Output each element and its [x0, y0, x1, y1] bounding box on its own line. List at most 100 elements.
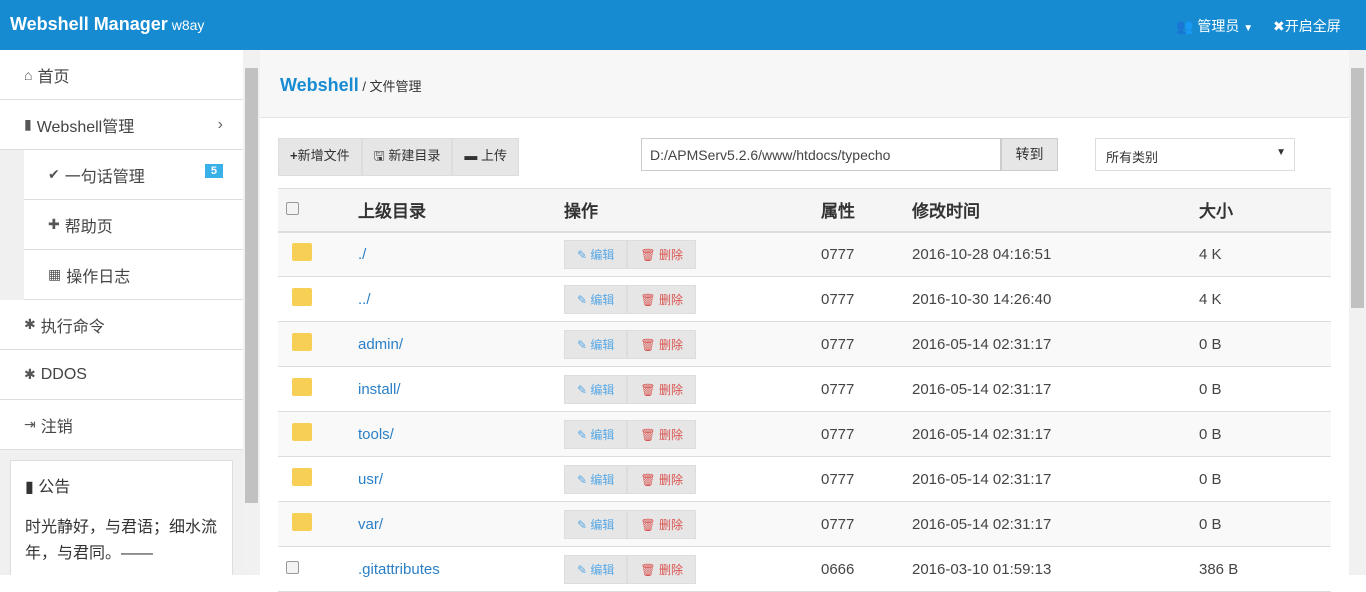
- notice-title: ▮ 公告: [25, 475, 218, 501]
- file-link[interactable]: usr/: [358, 471, 383, 488]
- new-dir-button[interactable]: 🖫 新建目录: [361, 138, 453, 176]
- sidebar-item-logout[interactable]: ⇥ 注销: [0, 400, 243, 450]
- edit-button[interactable]: ✎ 编辑: [564, 239, 628, 269]
- folder-icon: [292, 423, 312, 441]
- delete-button[interactable]: 🗑 删除: [627, 509, 696, 539]
- plus-icon: +: [290, 148, 298, 163]
- row-checkbox[interactable]: [286, 560, 299, 574]
- app-title: Webshell Manager: [10, 14, 168, 34]
- file-link[interactable]: ./: [358, 246, 366, 263]
- delete-button[interactable]: 🗑 删除: [627, 239, 696, 269]
- table-row: usr/ ✎ 编辑 🗑 删除 0777 2016-05-14 02:31:17 0…: [278, 456, 1331, 502]
- path-input[interactable]: D:/APMServ5.2.6/www/htdocs/typecho: [641, 138, 1001, 171]
- sidebar-item-label: DDOS: [40, 365, 87, 383]
- sidebar-scrollbar[interactable]: [243, 50, 260, 575]
- breadcrumb: Webshell / 文件管理: [280, 75, 422, 96]
- table-row: install/ ✎ 编辑 🗑 删除 0777 2016-05-14 02:31:…: [278, 366, 1331, 412]
- delete-button[interactable]: 🗑 删除: [627, 374, 696, 404]
- sidebar-item-ddos[interactable]: ✱ DDOS: [0, 350, 243, 400]
- mtime-cell: 2016-05-14 02:31:17: [912, 501, 1199, 547]
- sidebar-item-webshell[interactable]: ▮ Webshell管理 ›: [0, 100, 243, 150]
- sidebar-item-help[interactable]: ✚ 帮助页: [24, 200, 243, 250]
- type-filter-select[interactable]: 所有类别 ▼: [1095, 138, 1295, 171]
- delete-button[interactable]: 🗑 删除: [627, 419, 696, 449]
- users-icon: 👥: [1176, 18, 1194, 34]
- size-cell: 0 B: [1199, 411, 1331, 457]
- delete-button[interactable]: 🗑 删除: [627, 554, 696, 584]
- scrollbar-thumb[interactable]: [245, 68, 258, 503]
- folder-icon: [292, 333, 312, 351]
- edit-button[interactable]: ✎ 编辑: [564, 329, 628, 359]
- fullscreen-button[interactable]: ✖开启全屏: [1273, 16, 1341, 36]
- sidebar-item-oneliner[interactable]: ✔ 一句话管理 5: [24, 150, 243, 200]
- table-row: var/ ✎ 编辑 🗑 删除 0777 2016-05-14 02:31:17 0…: [278, 501, 1331, 547]
- mtime-cell: 2016-10-30 14:26:40: [912, 276, 1199, 322]
- perm-cell: 0777: [821, 276, 912, 322]
- file-link[interactable]: ../: [358, 291, 371, 308]
- perm-cell: 0777: [821, 501, 912, 547]
- edit-button[interactable]: ✎ 编辑: [564, 419, 628, 449]
- delete-button[interactable]: 🗑 删除: [627, 284, 696, 314]
- perm-cell: 0777: [821, 456, 912, 502]
- table-row: admin/ ✎ 编辑 🗑 删除 0777 2016-05-14 02:31:17…: [278, 321, 1331, 367]
- perm-cell: 0777: [821, 366, 912, 412]
- folder-icon: [292, 513, 312, 531]
- sidebar-item-label: 首页: [37, 68, 70, 86]
- delete-label: 删除: [658, 427, 683, 442]
- edit-button[interactable]: ✎ 编辑: [564, 464, 628, 494]
- edit-label: 编辑: [590, 247, 615, 262]
- user-menu[interactable]: 👥 管理员 ▼: [1176, 16, 1253, 36]
- sidebar-item-label: 帮助页: [64, 218, 113, 236]
- breadcrumb-root[interactable]: Webshell: [280, 75, 359, 95]
- main-content: Webshell / 文件管理 +新增文件 🖫 新建目录 ▬ 上传 D:/APM…: [260, 50, 1349, 592]
- mtime-cell: 2016-05-14 02:31:17: [912, 366, 1199, 412]
- sidebar-item-label: 执行命令: [40, 318, 105, 336]
- delete-button[interactable]: 🗑 删除: [627, 329, 696, 359]
- edit-button[interactable]: ✎ 编辑: [564, 554, 628, 584]
- size-cell: 386 B: [1199, 546, 1331, 592]
- file-table: 上级目录 操作 属性 修改时间 大小 ./ ✎ 编辑 🗑 删除 0777 2016…: [278, 188, 1331, 592]
- new-dir-label: 新建目录: [388, 148, 441, 163]
- new-file-label: 新增文件: [297, 148, 350, 163]
- file-link[interactable]: var/: [358, 516, 383, 533]
- count-badge: 5: [204, 164, 223, 178]
- new-file-button[interactable]: +新增文件: [278, 138, 362, 176]
- edit-button[interactable]: ✎ 编辑: [564, 284, 628, 314]
- size-cell: 0 B: [1199, 366, 1331, 412]
- app-subtitle: w8ay: [171, 17, 205, 33]
- sidebar: ⌂ 首页 ▮ Webshell管理 › ✔ 一句话管理 5 ✚ 帮助页 ▦ 操作日志 ✱ 执行命令 ✱ DDO…: [0, 50, 243, 575]
- go-button[interactable]: 转到: [1001, 138, 1058, 171]
- edit-button[interactable]: ✎ 编辑: [564, 374, 628, 404]
- brand[interactable]: Webshell Manager w8ay: [10, 14, 204, 35]
- home-icon: ⌂: [24, 66, 33, 83]
- main-scrollbar[interactable]: [1349, 50, 1366, 575]
- sidebar-item-exec[interactable]: ✱ 执行命令: [0, 300, 243, 350]
- filter-value: 所有类别: [1106, 150, 1159, 165]
- mtime-cell: 2016-03-10 01:59:13: [912, 546, 1199, 592]
- edit-button[interactable]: ✎ 编辑: [564, 509, 628, 539]
- delete-label: 删除: [658, 292, 683, 307]
- caret-down-icon: ▼: [1276, 147, 1286, 158]
- webshell-icon: ▮: [24, 116, 32, 132]
- file-link[interactable]: tools/: [358, 426, 394, 443]
- expand-icon: ✖: [1273, 18, 1285, 34]
- save-icon: 🖫: [373, 148, 385, 163]
- col-parent-dir[interactable]: 上级目录: [358, 188, 564, 233]
- file-link[interactable]: install/: [358, 381, 401, 398]
- select-all-checkbox[interactable]: [286, 201, 299, 215]
- perm-cell: 0777: [821, 411, 912, 457]
- notice-text: 时光静好，与君语；细水流年，与君同。——: [25, 519, 218, 562]
- col-actions: 操作: [564, 188, 821, 233]
- ddos-icon: ✱: [24, 366, 36, 382]
- delete-button[interactable]: 🗑 删除: [627, 464, 696, 494]
- upload-button[interactable]: ▬ 上传: [452, 138, 519, 176]
- size-cell: 0 B: [1199, 321, 1331, 367]
- sidebar-item-home[interactable]: ⌂ 首页: [0, 50, 243, 100]
- edit-label: 编辑: [590, 337, 615, 352]
- folder-icon: [292, 288, 312, 306]
- scrollbar-thumb[interactable]: [1351, 68, 1364, 308]
- file-link[interactable]: admin/: [358, 336, 403, 353]
- mtime-cell: 2016-10-28 04:16:51: [912, 231, 1199, 277]
- sidebar-item-log[interactable]: ▦ 操作日志: [24, 250, 243, 300]
- upload-label: 上传: [480, 148, 507, 163]
